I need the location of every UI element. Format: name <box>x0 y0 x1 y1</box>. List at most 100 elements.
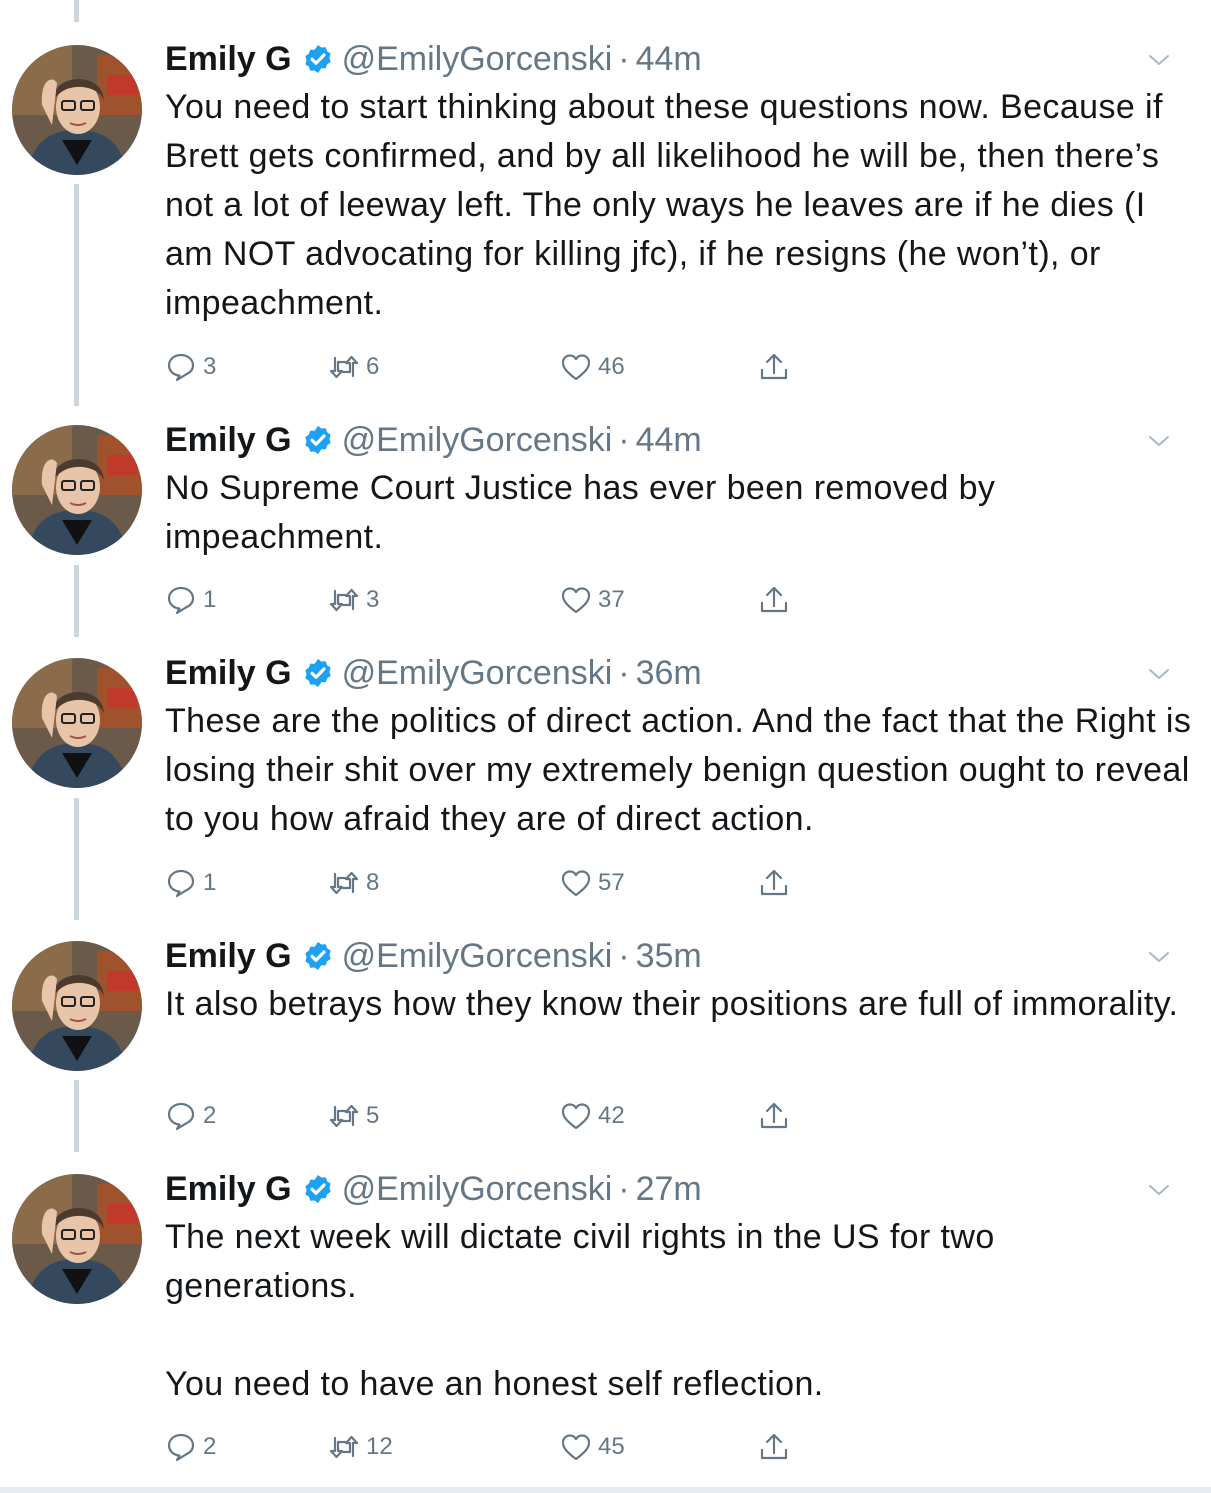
retweet-button[interactable]: 12 <box>328 1430 393 1464</box>
heart-icon <box>560 1431 592 1463</box>
like-button[interactable]: 57 <box>560 866 625 900</box>
chevron-down-icon[interactable] <box>1147 1178 1171 1202</box>
timestamp[interactable]: 36m <box>636 652 702 694</box>
reply-count: 2 <box>203 1433 217 1460</box>
tweet-text: No Supreme Court Justice has ever been r… <box>165 469 1006 556</box>
thread-line <box>74 0 79 22</box>
share-button[interactable] <box>758 583 796 617</box>
reply-count: 3 <box>203 353 217 380</box>
reply-count: 2 <box>203 1102 217 1129</box>
retweet-icon <box>328 867 360 899</box>
thread-line <box>74 184 79 406</box>
share-icon <box>758 1100 790 1132</box>
timestamp[interactable]: 27m <box>636 1168 702 1210</box>
author-handle[interactable]: @EmilyGorcenski <box>342 419 613 461</box>
tweet-text: These are the politics of direct action.… <box>165 702 1202 838</box>
share-icon <box>758 584 790 616</box>
like-count: 46 <box>598 353 625 380</box>
reply-button[interactable]: 2 <box>165 1430 216 1464</box>
like-button[interactable]: 45 <box>560 1430 625 1464</box>
separator-dot: · <box>618 937 630 975</box>
heart-icon <box>560 584 592 616</box>
reply-button[interactable]: 2 <box>165 1099 216 1133</box>
avatar[interactable] <box>12 658 142 788</box>
like-button[interactable]: 37 <box>560 583 625 617</box>
retweet-count: 5 <box>366 1102 380 1129</box>
avatar[interactable] <box>12 941 142 1071</box>
separator-dot: · <box>618 40 630 78</box>
like-count: 37 <box>598 586 625 613</box>
author-handle[interactable]: @EmilyGorcenski <box>342 1168 613 1210</box>
tweet-header: Emily G @EmilyGorcenski · 35m <box>165 935 702 977</box>
tweet-actions: 2 5 42 <box>165 1099 805 1133</box>
author-handle[interactable]: @EmilyGorcenski <box>342 38 613 80</box>
retweet-icon <box>328 1431 360 1463</box>
like-button[interactable]: 46 <box>560 350 625 384</box>
verified-badge-icon <box>302 424 334 456</box>
timestamp[interactable]: 35m <box>636 935 702 977</box>
author-name[interactable]: Emily G <box>165 38 292 80</box>
retweet-icon <box>328 584 360 616</box>
reply-icon <box>165 1431 197 1463</box>
tweet-actions: 1 8 57 <box>165 866 805 900</box>
verified-badge-icon <box>302 43 334 75</box>
retweet-icon <box>328 1100 360 1132</box>
tweet-text: The next week will dictate civil rights … <box>165 1218 995 1403</box>
tweet-actions: 2 12 45 <box>165 1430 805 1464</box>
retweet-count: 6 <box>366 353 380 380</box>
like-button[interactable]: 42 <box>560 1099 625 1133</box>
share-button[interactable] <box>758 1430 796 1464</box>
separator-dot: · <box>618 654 630 692</box>
chevron-down-icon[interactable] <box>1147 48 1171 72</box>
tweet-text: You need to start thinking about these q… <box>165 88 1173 322</box>
reply-icon <box>165 1100 197 1132</box>
tweet-header: Emily G @EmilyGorcenski · 44m <box>165 38 702 80</box>
separator-dot: · <box>618 421 630 459</box>
avatar[interactable] <box>12 1174 142 1304</box>
retweet-button[interactable]: 8 <box>328 866 379 900</box>
author-name[interactable]: Emily G <box>165 652 292 694</box>
chevron-down-icon[interactable] <box>1147 945 1171 969</box>
chevron-down-icon[interactable] <box>1147 662 1171 686</box>
thread-line <box>74 565 79 637</box>
author-name[interactable]: Emily G <box>165 419 292 461</box>
reply-button[interactable]: 1 <box>165 583 216 617</box>
author-handle[interactable]: @EmilyGorcenski <box>342 935 613 977</box>
share-icon <box>758 351 790 383</box>
avatar[interactable] <box>12 45 142 175</box>
retweet-button[interactable]: 5 <box>328 1099 379 1133</box>
retweet-button[interactable]: 6 <box>328 350 379 384</box>
share-button[interactable] <box>758 1099 796 1133</box>
bottom-divider <box>0 1487 1211 1493</box>
separator-dot: · <box>618 1170 630 1208</box>
thread-line <box>74 798 79 920</box>
tweet-actions: 3 6 46 <box>165 350 805 384</box>
reply-count: 1 <box>203 586 217 613</box>
timestamp[interactable]: 44m <box>636 419 702 461</box>
author-name[interactable]: Emily G <box>165 1168 292 1210</box>
retweet-button[interactable]: 3 <box>328 583 379 617</box>
verified-badge-icon <box>302 1173 334 1205</box>
reply-icon <box>165 351 197 383</box>
retweet-count: 3 <box>366 586 380 613</box>
retweet-count: 12 <box>366 1433 393 1460</box>
chevron-down-icon[interactable] <box>1147 429 1171 453</box>
share-button[interactable] <box>758 866 796 900</box>
retweet-count: 8 <box>366 869 380 896</box>
timestamp[interactable]: 44m <box>636 38 702 80</box>
share-icon <box>758 867 790 899</box>
tweet-header: Emily G @EmilyGorcenski · 44m <box>165 419 702 461</box>
reply-button[interactable]: 1 <box>165 866 216 900</box>
reply-icon <box>165 867 197 899</box>
author-handle[interactable]: @EmilyGorcenski <box>342 652 613 694</box>
reply-button[interactable]: 3 <box>165 350 216 384</box>
avatar[interactable] <box>12 425 142 555</box>
tweet-header: Emily G @EmilyGorcenski · 27m <box>165 1168 702 1210</box>
tweet-actions: 1 3 37 <box>165 583 805 617</box>
like-count: 42 <box>598 1102 625 1129</box>
share-button[interactable] <box>758 350 796 384</box>
like-count: 45 <box>598 1433 625 1460</box>
author-name[interactable]: Emily G <box>165 935 292 977</box>
retweet-icon <box>328 351 360 383</box>
verified-badge-icon <box>302 657 334 689</box>
